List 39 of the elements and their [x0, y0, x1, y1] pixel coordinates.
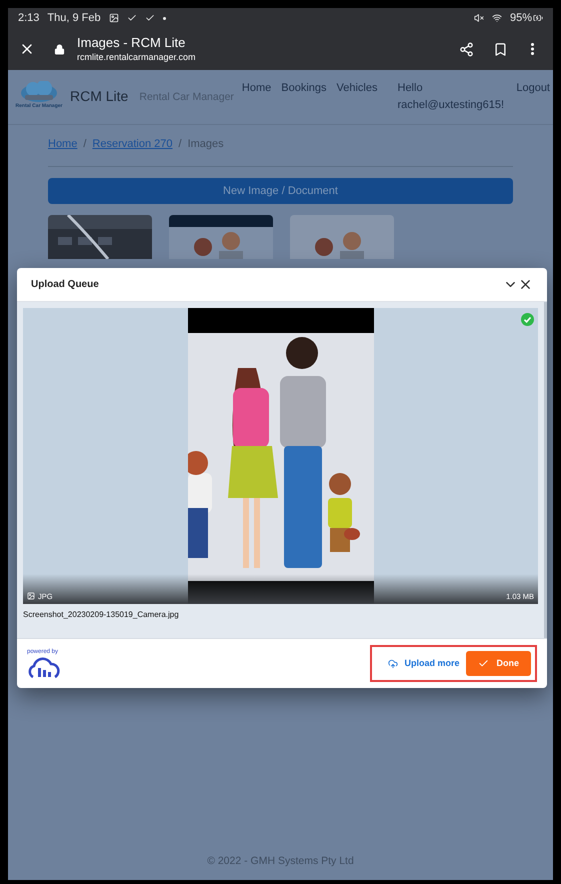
check-icon [144, 13, 155, 23]
cloud-logo-icon [27, 657, 61, 679]
breadcrumb-link[interactable]: Home [48, 136, 78, 152]
check-icon [126, 13, 137, 23]
status-time: 2:13 [18, 10, 40, 26]
breadcrumb-link[interactable]: Reservation 270 [92, 136, 173, 152]
upload-more-button[interactable]: Upload more [388, 656, 460, 670]
wifi-icon [492, 13, 502, 23]
share-icon [458, 42, 474, 56]
lock-icon [54, 44, 65, 54]
user-email: rachel@uxtesting615! [398, 98, 504, 113]
nav-link[interactable]: Bookings [281, 80, 327, 96]
new-image-button[interactable]: New Image / Document [48, 178, 513, 204]
breadcrumb-separator: / [83, 136, 86, 152]
image-icon [27, 592, 35, 600]
gallery-icon [108, 13, 119, 23]
breadcrumb-separator: / [178, 136, 182, 152]
cloud-upload-icon [388, 658, 398, 668]
footer-text: © 2022 - GMH Systems Pty Ltd [207, 854, 354, 870]
greeting: Hello [398, 81, 424, 96]
dialog-title: Upload Queue [31, 278, 99, 292]
bookmark-icon [492, 42, 508, 56]
menu-icon [530, 43, 534, 55]
battery-level: 95% [510, 10, 532, 26]
status-date: Thu, 9 Feb [47, 10, 101, 26]
breadcrumb-current: Images [188, 136, 224, 152]
close-icon [518, 277, 533, 292]
nav-link[interactable]: Vehicles [336, 80, 378, 96]
battery-icon [533, 13, 543, 23]
page-title: Images - RCM Lite [77, 35, 186, 52]
file-name: Screenshot_20230209-135019_Camera.jpg [23, 609, 180, 621]
nav-link[interactable]: Home [242, 80, 272, 96]
logout-link[interactable]: Logout [516, 80, 550, 96]
close-button[interactable] [518, 277, 533, 292]
done-button[interactable]: Done [466, 651, 531, 676]
page-url: rcmlite.rentalcarmanager.com [77, 52, 196, 63]
mute-icon [474, 13, 484, 23]
check-icon [478, 658, 488, 669]
brand-name: RCM Lite [70, 87, 128, 106]
